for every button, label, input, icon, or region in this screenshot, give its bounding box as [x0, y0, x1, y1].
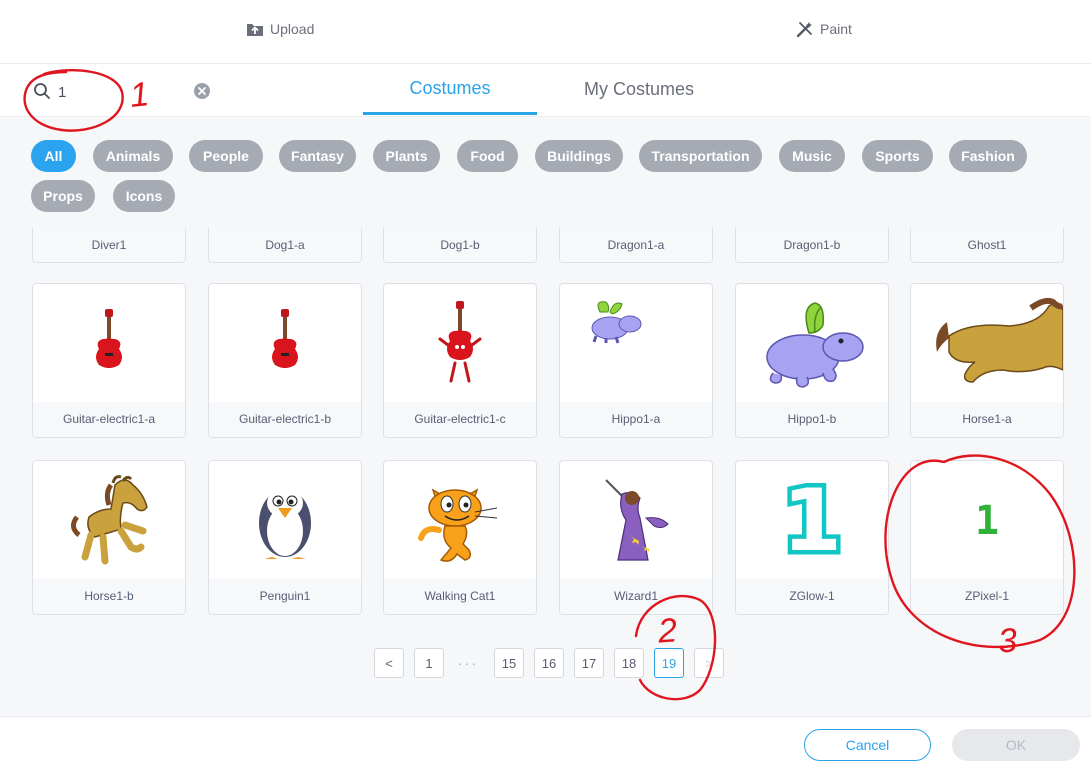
paint-label: Paint [820, 21, 852, 37]
tab-my-costumes[interactable]: My Costumes [553, 64, 725, 114]
costume-name: Hippo1-a [560, 402, 712, 437]
category-filters [0, 116, 1091, 229]
costume-name: Guitar-electric1-c [384, 402, 536, 437]
wizard-thumbnail [560, 461, 712, 581]
costume-name: Horse1-a [911, 402, 1063, 437]
top-bar [0, 0, 1091, 64]
costume-card[interactable]: Wizard1 [559, 460, 713, 615]
clear-search-icon[interactable] [193, 82, 211, 100]
costume-card[interactable]: 1 ZPixel-1 [910, 460, 1064, 615]
hippo-thumbnail [560, 284, 712, 404]
penguin-thumbnail [209, 461, 361, 581]
costume-name: Diver1 [33, 228, 185, 262]
costume-card[interactable]: 1 ZGlow-1 [735, 460, 889, 615]
guitar-thumbnail [209, 284, 361, 404]
costume-name: Dragon1-b [736, 228, 888, 262]
costume-name: Penguin1 [209, 579, 361, 614]
filter-buildings[interactable]: Buildings [535, 140, 623, 172]
filter-fantasy[interactable]: Fantasy [279, 140, 356, 172]
costume-card[interactable]: Guitar-electric1-c [383, 283, 537, 438]
search-input[interactable] [56, 80, 190, 104]
filter-food[interactable]: Food [457, 140, 518, 172]
costume-card[interactable]: Horse1-a [910, 283, 1064, 438]
costume-card[interactable]: Dog1-b [383, 228, 537, 263]
search-icon [34, 83, 50, 99]
page-17-button[interactable]: 17 [574, 648, 604, 678]
page-1-button[interactable]: 1 [414, 648, 444, 678]
costume-name: Dog1-b [384, 228, 536, 262]
filter-music[interactable]: Music [779, 140, 845, 172]
prev-page-button[interactable]: < [374, 648, 404, 678]
pixel-digit: 1 [974, 498, 1000, 544]
horse-thumbnail [911, 284, 1063, 404]
costume-grid: Diver1 Dog1-a Dog1-b Dragon1-a Dragon1-b… [0, 228, 1091, 716]
costume-name: Dragon1-a [560, 228, 712, 262]
filter-animals[interactable]: Animals [93, 140, 173, 172]
page-19-button[interactable]: 19 [654, 648, 684, 678]
costume-name: Guitar-electric1-b [209, 402, 361, 437]
costume-card[interactable]: Guitar-electric1-a [32, 283, 186, 438]
costume-name: Walking Cat1 [384, 579, 536, 614]
filter-transportation[interactable]: Transportation [639, 140, 762, 172]
hippo-thumbnail [736, 284, 888, 404]
costume-card[interactable]: Hippo1-b [735, 283, 889, 438]
filter-people[interactable]: People [189, 140, 263, 172]
costume-card[interactable]: Hippo1-a [559, 283, 713, 438]
costume-card[interactable]: Guitar-electric1-b [208, 283, 362, 438]
glow-digit-thumbnail: 1 [736, 461, 888, 581]
filter-sports[interactable]: Sports [862, 140, 933, 172]
costume-card[interactable]: Dragon1-a [559, 228, 713, 263]
costume-name: Hippo1-b [736, 402, 888, 437]
costume-card[interactable]: Penguin1 [208, 460, 362, 615]
guitar-character-thumbnail [384, 284, 536, 404]
costume-name: Guitar-electric1-a [33, 402, 185, 437]
page-15-button[interactable]: 15 [494, 648, 524, 678]
tab-costumes[interactable]: Costumes [363, 64, 537, 115]
upload-button[interactable]: Upload [246, 18, 314, 40]
filter-fashion[interactable]: Fashion [949, 140, 1027, 172]
filter-icons[interactable]: Icons [113, 180, 175, 212]
costume-name: Wizard1 [560, 579, 712, 614]
upload-icon [247, 24, 263, 36]
page-ellipsis: ··· [458, 655, 478, 671]
costume-name: Ghost1 [911, 228, 1063, 262]
filter-props[interactable]: Props [31, 180, 95, 212]
paint-icon [796, 22, 812, 38]
costume-card[interactable]: Ghost1 [910, 228, 1064, 263]
scratch-cat-thumbnail [384, 461, 536, 581]
costume-name: ZGlow-1 [736, 579, 888, 614]
upload-label: Upload [270, 21, 315, 37]
costume-card[interactable]: Horse1-b [32, 460, 186, 615]
guitar-thumbnail [33, 284, 185, 404]
costume-card[interactable]: Dog1-a [208, 228, 362, 263]
next-page-button[interactable]: > [694, 648, 724, 678]
costume-card[interactable]: Diver1 [32, 228, 186, 263]
costume-name: ZPixel-1 [911, 579, 1063, 614]
page-18-button[interactable]: 18 [614, 648, 644, 678]
costume-name: Horse1-b [33, 579, 185, 614]
cancel-button[interactable]: Cancel [804, 729, 931, 761]
ok-button[interactable]: OK [952, 729, 1080, 761]
filter-plants[interactable]: Plants [373, 140, 440, 172]
glow-digit: 1 [778, 471, 847, 571]
costume-name: Dog1-a [209, 228, 361, 262]
costume-card[interactable]: Walking Cat1 [383, 460, 537, 615]
filter-all[interactable]: All [31, 140, 76, 172]
page-16-button[interactable]: 16 [534, 648, 564, 678]
costume-card[interactable]: Dragon1-b [735, 228, 889, 263]
horse-thumbnail [33, 461, 185, 581]
paint-button[interactable]: Paint [796, 18, 852, 40]
pixel-digit-thumbnail: 1 [911, 461, 1063, 581]
